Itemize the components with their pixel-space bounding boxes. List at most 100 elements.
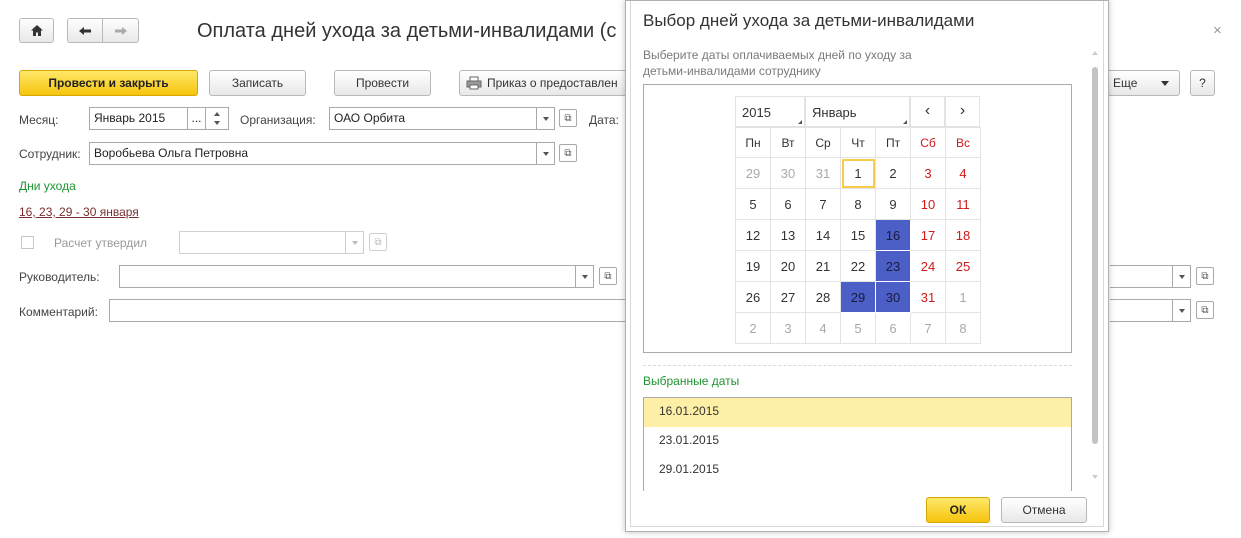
month-field[interactable]: Январь 2015 [89, 107, 188, 130]
calendar-day[interactable]: 3 [770, 312, 806, 344]
prev-month-button[interactable]: ‹ [910, 96, 945, 127]
calendar-day-selected[interactable]: 30 [875, 281, 911, 313]
calendar-day[interactable]: 15 [840, 219, 876, 251]
calendar-day[interactable]: 5 [735, 188, 771, 220]
comment-field-right[interactable] [1110, 299, 1173, 322]
calendar-day[interactable]: 9 [875, 188, 911, 220]
calendar-day-current[interactable]: 1 [840, 157, 876, 189]
list-item[interactable]: 16.01.2015 [644, 398, 1071, 427]
calendar-day[interactable]: 6 [770, 188, 806, 220]
calendar-day[interactable]: 2 [735, 312, 771, 344]
calendar-day[interactable]: 31 [805, 157, 841, 189]
calendar-day[interactable]: 28 [805, 281, 841, 313]
help-button[interactable]: ? [1190, 70, 1215, 96]
approved-by-dropdown[interactable] [346, 231, 364, 254]
calendar-day[interactable]: 11 [945, 188, 981, 220]
organization-dropdown[interactable] [537, 107, 555, 130]
manager-field[interactable] [119, 265, 576, 288]
comment-dropdown[interactable] [1173, 299, 1191, 322]
approved-checkbox[interactable] [21, 236, 34, 249]
cancel-button[interactable]: Отмена [1001, 497, 1087, 523]
care-days-link[interactable]: 16, 23, 29 - 30 января [19, 205, 139, 219]
calendar-day[interactable]: 19 [735, 250, 771, 282]
month-select-button[interactable]: ... [187, 107, 206, 130]
calendar-day[interactable]: 8 [945, 312, 981, 344]
next-month-button[interactable]: › [945, 96, 980, 127]
calendar-day[interactable]: 25 [945, 250, 981, 282]
calendar-day[interactable]: 12 [735, 219, 771, 251]
calendar-week: 29 30 31 1 2 3 4 [735, 157, 981, 189]
stepper-arrows-icon [214, 112, 220, 125]
calendar-day[interactable]: 31 [910, 281, 946, 313]
comment-open-button[interactable]: ⧉ [1196, 301, 1214, 319]
comment-field[interactable] [109, 299, 626, 322]
approved-by-open-button[interactable]: ⧉ [369, 233, 387, 251]
comment-label: Комментарий: [19, 305, 98, 319]
dialog-scrollbar[interactable] [1092, 51, 1098, 481]
calendar-day[interactable]: 30 [770, 157, 806, 189]
scroll-down-icon[interactable] [1092, 475, 1098, 479]
more-button[interactable]: Еще [1106, 70, 1180, 96]
calendar-day[interactable]: 18 [945, 219, 981, 251]
calendar-day[interactable]: 1 [945, 281, 981, 313]
calendar-day[interactable]: 2 [875, 157, 911, 189]
post-button[interactable]: Провести [334, 70, 431, 96]
employee-open-button[interactable]: ⧉ [559, 144, 577, 162]
employee-field[interactable]: Воробьева Ольга Петровна [89, 142, 537, 165]
organization-open-button[interactable]: ⧉ [559, 109, 577, 127]
scrollbar-thumb[interactable] [1092, 67, 1098, 444]
calendar-day[interactable]: 4 [805, 312, 841, 344]
dialog-hint: Выберите даты оплачиваемых дней по уходу… [643, 48, 912, 78]
close-icon[interactable]: × [1213, 22, 1222, 39]
calendar-week: 2 3 4 5 6 7 8 [735, 312, 981, 344]
calendar-day[interactable]: 8 [840, 188, 876, 220]
calendar-day[interactable]: 7 [805, 188, 841, 220]
calendar-day-selected[interactable]: 29 [840, 281, 876, 313]
corner-icon [798, 120, 802, 124]
calendar-day[interactable]: 27 [770, 281, 806, 313]
chevron-down-icon [1161, 80, 1169, 86]
weekday-tue: Вт [770, 127, 806, 158]
employee-dropdown[interactable] [537, 142, 555, 165]
calendar-day[interactable]: 17 [910, 219, 946, 251]
calendar-day[interactable]: 24 [910, 250, 946, 282]
list-item[interactable]: 23.01.2015 [644, 427, 1071, 456]
ok-button[interactable]: ОК [926, 497, 990, 523]
calendar-day[interactable]: 26 [735, 281, 771, 313]
approved-by-field[interactable] [179, 231, 346, 254]
back-button[interactable] [67, 18, 103, 43]
calendar-day[interactable]: 14 [805, 219, 841, 251]
scroll-up-icon[interactable] [1092, 51, 1098, 55]
forward-button[interactable] [102, 18, 139, 43]
calendar-day[interactable]: 4 [945, 157, 981, 189]
calendar-day[interactable]: 29 [735, 157, 771, 189]
manager-dropdown[interactable] [576, 265, 594, 288]
organization-field[interactable]: ОАО Орбита [329, 107, 537, 130]
month-select[interactable]: Январь [805, 96, 910, 127]
calendar-day[interactable]: 21 [805, 250, 841, 282]
calendar-day[interactable]: 20 [770, 250, 806, 282]
manager-dropdown-right[interactable] [1173, 265, 1191, 288]
home-button[interactable] [19, 18, 54, 43]
calendar-day[interactable]: 22 [840, 250, 876, 282]
manager-field-right[interactable] [1110, 265, 1173, 288]
calendar-day[interactable]: 7 [910, 312, 946, 344]
calendar-day[interactable]: 5 [840, 312, 876, 344]
home-icon [30, 25, 43, 36]
list-item[interactable]: 29.01.2015 [644, 456, 1071, 485]
calendar-day[interactable]: 13 [770, 219, 806, 251]
calendar-day-selected[interactable]: 23 [875, 250, 911, 282]
employee-label: Сотрудник: [19, 147, 81, 161]
calendar-day[interactable]: 10 [910, 188, 946, 220]
order-print-button[interactable]: Приказ о предоставлен [459, 70, 629, 96]
calendar-day-selected[interactable]: 16 [875, 219, 911, 251]
calendar-day[interactable]: 6 [875, 312, 911, 344]
year-select[interactable]: 2015 [735, 96, 805, 127]
manager-open-button[interactable]: ⧉ [599, 267, 617, 285]
post-and-close-button[interactable]: Провести и закрыть [19, 70, 198, 96]
year-value: 2015 [742, 105, 771, 120]
calendar-day[interactable]: 3 [910, 157, 946, 189]
manager-open-button-right[interactable]: ⧉ [1196, 267, 1214, 285]
save-button[interactable]: Записать [209, 70, 306, 96]
month-stepper[interactable] [205, 107, 229, 130]
